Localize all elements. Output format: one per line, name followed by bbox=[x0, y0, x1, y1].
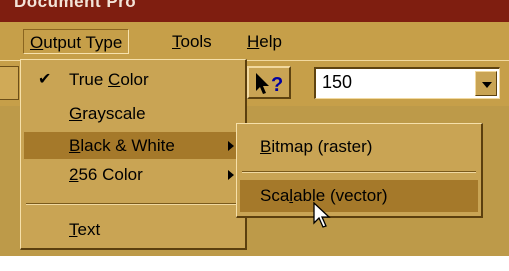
menu-help-mnemonic: H bbox=[247, 32, 260, 51]
menu-output-type-mnemonic: O bbox=[30, 33, 44, 52]
menu-tools-label: ools bbox=[180, 32, 212, 51]
svg-text:?: ? bbox=[271, 74, 283, 96]
menu-item-black-and-white[interactable]: Black & White bbox=[24, 132, 242, 159]
menu-separator bbox=[26, 203, 240, 205]
menu-item-label: True Color bbox=[69, 70, 149, 89]
menu-item-label: 256 Color bbox=[69, 165, 143, 184]
menu-item-label: Grayscale bbox=[69, 104, 146, 123]
menu-item-256-color[interactable]: 256 Color bbox=[24, 161, 242, 188]
menu-item-true-color[interactable]: ✔ True Color bbox=[24, 66, 242, 93]
black-white-submenu: Bitmap (raster) Scalable (vector) bbox=[236, 123, 483, 218]
checkmark-icon: ✔ bbox=[38, 71, 52, 88]
submenu-arrow-icon bbox=[228, 141, 234, 151]
whats-this-help-icon: ? bbox=[256, 73, 283, 96]
menu-tools-mnemonic: T bbox=[172, 32, 181, 51]
submenu-item-scalable-vector[interactable]: Scalable (vector) bbox=[240, 180, 478, 212]
submenu-arrow-icon bbox=[228, 170, 234, 180]
menu-item-grayscale[interactable]: Grayscale bbox=[24, 100, 242, 127]
menu-item-label: Black & White bbox=[69, 136, 175, 155]
menu-help-label: elp bbox=[259, 32, 282, 51]
menu-item-text[interactable]: Text bbox=[24, 216, 242, 243]
window-title: Document Pro bbox=[14, 0, 137, 11]
title-bar: Document Pro bbox=[0, 0, 509, 22]
menu-help[interactable]: Help bbox=[241, 29, 288, 54]
combobox-dropdown-arrow-icon[interactable] bbox=[475, 71, 497, 96]
menu-tools[interactable]: Tools bbox=[166, 29, 218, 54]
menu-output-type[interactable]: Output Type bbox=[23, 29, 130, 54]
resolution-combobox[interactable]: 150 bbox=[314, 67, 500, 99]
menu-output-type-label: utput Type bbox=[43, 33, 123, 52]
menu-bar: Output Type Tools Help bbox=[0, 22, 509, 60]
mouse-pointer-icon bbox=[313, 202, 331, 228]
workspace-lower-band bbox=[0, 256, 509, 271]
menu-item-label: Text bbox=[69, 220, 101, 239]
menu-separator bbox=[242, 171, 476, 173]
application-window: Document Pro Output Type Tools Help ? 15… bbox=[0, 0, 509, 271]
submenu-item-label: Bitmap (raster) bbox=[260, 137, 373, 156]
toolbar-button-partial[interactable] bbox=[0, 66, 19, 100]
output-type-menu: ✔ True Color Grayscale Black & White 256… bbox=[20, 59, 247, 250]
resolution-value: 150 bbox=[322, 72, 353, 92]
whats-this-help-button[interactable]: ? bbox=[247, 66, 291, 99]
submenu-item-bitmap-raster[interactable]: Bitmap (raster) bbox=[240, 131, 478, 163]
